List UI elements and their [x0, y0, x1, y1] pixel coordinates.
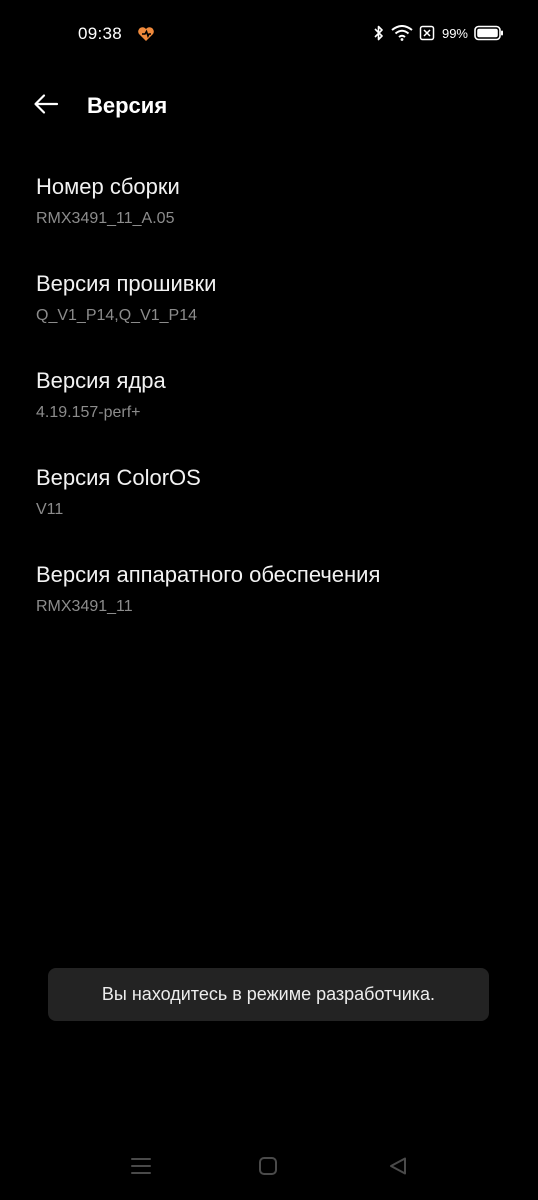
item-title: Версия прошивки [36, 271, 217, 296]
status-bar: 09:38 99% [0, 0, 538, 66]
toast-text: Вы находитесь в режиме разработчика. [101, 984, 436, 1004]
list-item-kernel-version[interactable]: Версия ядра 4.19.157-perf+ [36, 364, 506, 461]
list-item-build-number[interactable]: Номер сборки RMX3491_11_A.05 [36, 170, 506, 267]
sim-off-icon [419, 25, 435, 41]
page-title: Версия [87, 93, 168, 118]
item-value: 4.19.157-perf+ [36, 404, 141, 421]
bluetooth-icon [373, 25, 385, 41]
list-item-coloros-version[interactable]: Версия ColorOS V11 [36, 461, 506, 558]
back-button[interactable] [26, 88, 66, 124]
home-icon [258, 1156, 278, 1181]
recents-icon [130, 1156, 152, 1181]
nav-back-icon [388, 1156, 408, 1181]
status-icons: 99% [373, 22, 504, 44]
item-title: Версия аппаратного обеспечения [36, 562, 381, 587]
item-value: V11 [36, 501, 64, 518]
nav-back-button[interactable] [384, 1154, 412, 1182]
recents-button[interactable] [127, 1154, 155, 1182]
battery-icon [474, 25, 504, 41]
version-info-list: Номер сборки RMX3491_11_A.05 Версия прош… [36, 170, 506, 655]
item-title: Номер сборки [36, 174, 180, 199]
status-time: 09:38 [78, 24, 123, 43]
item-value: RMX3491_11 [36, 598, 133, 615]
page-header: Версия [0, 76, 538, 136]
wifi-icon [391, 25, 413, 41]
heart-app-icon [137, 25, 155, 43]
list-item-firmware-version[interactable]: Версия прошивки Q_V1_P14,Q_V1_P14 [36, 267, 506, 364]
list-item-hardware-version[interactable]: Версия аппаратного обеспечения RMX3491_1… [36, 558, 506, 655]
developer-mode-toast: Вы находитесь в режиме разработчика. [48, 968, 489, 1021]
item-value: Q_V1_P14,Q_V1_P14 [36, 307, 198, 324]
battery-percent: 99% [441, 25, 468, 41]
navigation-bar [0, 1140, 538, 1196]
back-arrow-icon [33, 93, 59, 120]
item-title: Версия ColorOS [36, 465, 201, 490]
item-title: Версия ядра [36, 368, 166, 393]
home-button[interactable] [254, 1154, 282, 1182]
item-value: RMX3491_11_A.05 [36, 210, 175, 227]
